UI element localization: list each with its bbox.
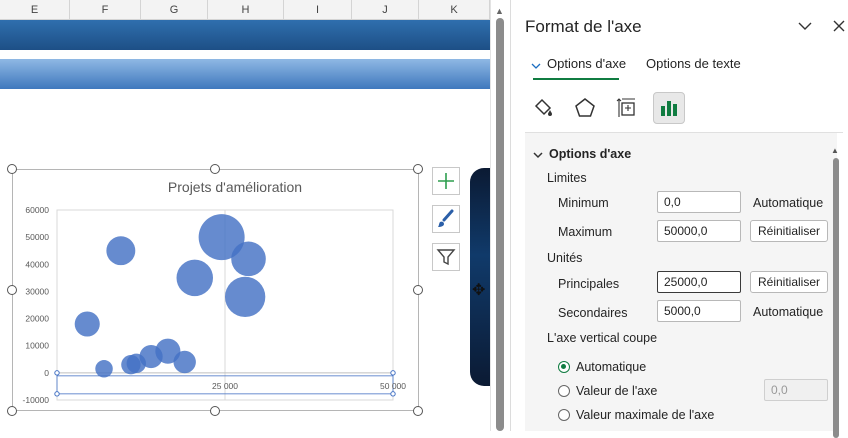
resize-handle-left[interactable] <box>7 285 17 295</box>
plus-icon <box>438 173 454 189</box>
column-header-f[interactable]: F <box>70 0 141 20</box>
picture-partial[interactable] <box>470 168 490 386</box>
pentagon-icon <box>575 98 595 117</box>
bubble <box>173 350 196 374</box>
reset-major-unit-button[interactable]: Réinitialiser <box>750 271 828 293</box>
worksheet[interactable]: E F G H I J K Projets d'amélioration 6000… <box>0 0 490 431</box>
x-tick-label: 25 000 <box>212 381 238 391</box>
resize-handle-top-left[interactable] <box>7 164 17 174</box>
bubble-chart[interactable]: Projets d'amélioration 60000 50000 40000 300… <box>12 169 419 411</box>
y-tick-label: 40000 <box>25 259 49 269</box>
bubble <box>176 259 214 297</box>
chart-filters-button[interactable] <box>432 243 460 271</box>
chevron-down-icon[interactable] <box>531 61 541 71</box>
y-tick-label: 50000 <box>25 232 49 242</box>
reset-maximum-button[interactable]: Réinitialiser <box>750 220 828 242</box>
column-header-e[interactable]: E <box>0 0 70 20</box>
resize-handle-bottom[interactable] <box>210 406 220 416</box>
radio-crosses-max-value[interactable] <box>558 409 570 421</box>
chart-styles-button[interactable] <box>432 205 460 233</box>
minimum-state: Automatique <box>753 196 824 210</box>
minimum-label: Minimum <box>558 196 609 210</box>
tab-axis-options[interactable]: Options d'axe <box>547 56 626 71</box>
minor-unit-label: Secondaires <box>558 306 628 320</box>
bubble <box>74 311 100 337</box>
tab-text-options[interactable]: Options de texte <box>646 56 741 71</box>
crosses-automatic-label[interactable]: Automatique <box>576 360 646 374</box>
column-header-j[interactable]: J <box>352 0 419 20</box>
crosses-axis-value-input[interactable]: 0,0 <box>764 379 828 401</box>
maximum-input[interactable]: 50000,0 <box>657 220 741 242</box>
resize-handle-right[interactable] <box>413 285 423 295</box>
close-icon[interactable] <box>831 18 847 34</box>
column-header-h[interactable]: H <box>208 0 284 20</box>
x-tick-label: 50 000 <box>380 381 406 391</box>
y-tick-label: -10000 <box>23 395 50 405</box>
crosses-max-value-label[interactable]: Valeur maximale de l'axe <box>576 408 714 422</box>
chevron-down-icon[interactable] <box>797 18 813 34</box>
radio-crosses-axis-value[interactable] <box>558 385 570 397</box>
limits-heading: Limites <box>547 171 587 185</box>
bubble <box>95 360 113 378</box>
resize-handle-top[interactable] <box>210 164 220 174</box>
axis-selection-handle <box>390 391 396 397</box>
header-band-light <box>0 59 490 89</box>
minimum-input[interactable]: 0,0 <box>657 191 741 213</box>
effects-button[interactable] <box>569 92 601 124</box>
paint-bucket-icon <box>534 98 552 116</box>
y-tick-label: 30000 <box>25 286 49 296</box>
maximum-label: Maximum <box>558 225 613 239</box>
units-heading: Unités <box>547 251 583 265</box>
y-tick-label: 20000 <box>25 314 49 324</box>
minor-unit-input[interactable]: 5000,0 <box>657 300 741 322</box>
scroll-up-icon[interactable]: ▲ <box>831 146 839 155</box>
move-cursor-icon: ✥ <box>472 282 486 299</box>
column-header-k[interactable]: K <box>419 0 490 20</box>
resize-handle-bottom-left[interactable] <box>7 406 17 416</box>
radio-crosses-automatic[interactable] <box>558 361 570 373</box>
filter-icon <box>436 249 456 266</box>
chart-title: Projets d'amélioration <box>168 179 302 195</box>
bubble <box>231 241 266 277</box>
header-band-dark <box>0 20 490 50</box>
axis-selection-handle <box>54 391 60 397</box>
bubble <box>225 276 266 318</box>
scrollbar-thumb[interactable] <box>496 18 504 431</box>
axis-selection-handle <box>54 370 60 376</box>
major-unit-label: Principales <box>558 277 620 291</box>
pane-scrollbar[interactable]: ▲ <box>831 146 841 438</box>
axis-selection-handle <box>390 370 396 376</box>
resize-handle-top-right[interactable] <box>413 164 423 174</box>
column-headers: E F G H I J K <box>0 0 490 20</box>
scroll-up-icon[interactable]: ▲ <box>495 6 504 16</box>
y-tick-label: 10000 <box>25 341 49 351</box>
resize-handle-bottom-right[interactable] <box>413 406 423 416</box>
column-header-i[interactable]: I <box>284 0 352 20</box>
sheet-vertical-scrollbar[interactable]: ▲ <box>490 0 508 431</box>
format-axis-pane: Format de l'axe Options d'axe Options de… <box>510 0 848 438</box>
crosses-axis-value-label[interactable]: Valeur de l'axe <box>576 384 657 398</box>
tab-underline <box>533 78 619 80</box>
axis-options-button[interactable] <box>653 92 685 124</box>
brush-icon <box>438 209 454 227</box>
pane-title: Format de l'axe <box>525 17 642 36</box>
y-tick-label: 60000 <box>25 205 49 215</box>
axis-options-content: Options d'axe Limites Minimum 0,0 Automa… <box>525 133 837 431</box>
chart-plot: Projets d'amélioration 60000 50000 40000 300… <box>23 179 407 405</box>
chart-elements-button[interactable] <box>432 167 460 195</box>
major-unit-input[interactable]: 25000,0 <box>657 271 741 293</box>
chevron-down-icon[interactable] <box>533 150 543 160</box>
bubble <box>106 236 136 266</box>
size-properties-button[interactable] <box>611 92 643 124</box>
minor-unit-state: Automatique <box>753 305 824 319</box>
vertical-axis-crosses-heading: L'axe vertical coupe <box>547 331 658 345</box>
section-header-axis-options[interactable]: Options d'axe <box>549 147 631 161</box>
pane-scrollbar-thumb[interactable] <box>833 158 839 438</box>
column-header-g[interactable]: G <box>141 0 208 20</box>
bar-chart-icon <box>661 101 677 116</box>
fill-line-button[interactable] <box>527 92 559 124</box>
y-tick-label: 0 <box>44 368 49 378</box>
size-properties-icon <box>616 98 635 117</box>
